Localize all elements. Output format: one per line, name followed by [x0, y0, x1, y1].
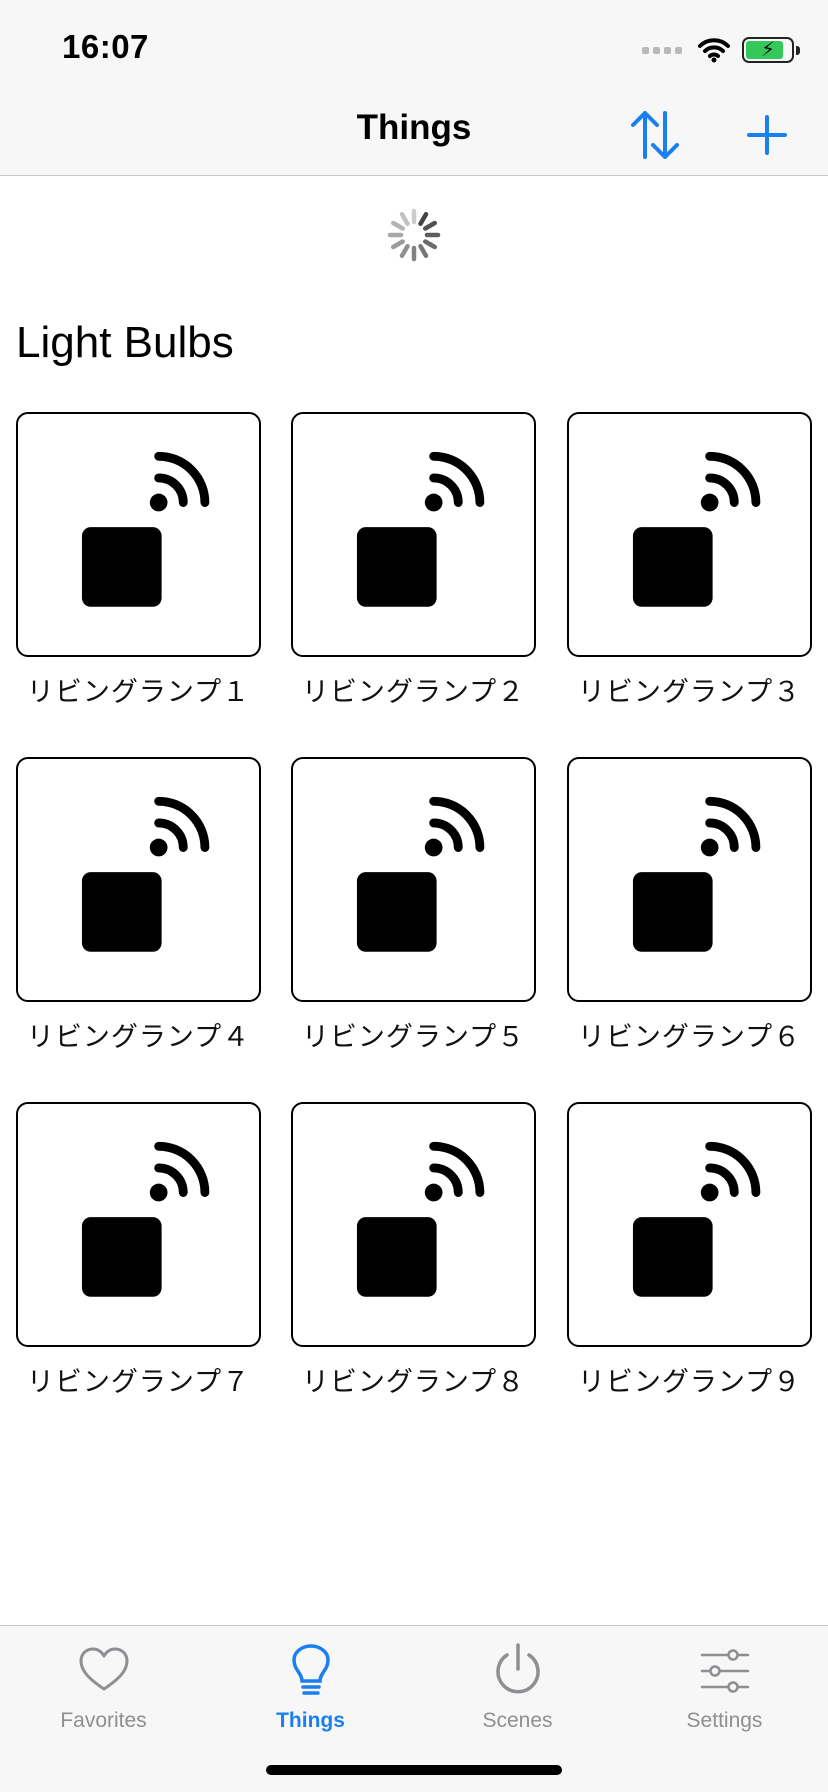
heart-icon: [76, 1643, 132, 1699]
section-title: Light Bulbs: [16, 318, 234, 367]
smart-plug-wifi-icon: [356, 451, 485, 607]
lightbulb-icon: [283, 1643, 339, 1699]
device-tile[interactable]: [16, 1102, 261, 1347]
activity-spinner-icon: [387, 208, 441, 262]
tab-things[interactable]: Things: [207, 1626, 414, 1746]
sort-arrows-icon: [631, 111, 679, 159]
page-title: Things: [356, 108, 472, 147]
tab-scenes[interactable]: Scenes: [414, 1626, 621, 1746]
smart-plug-wifi-icon: [81, 1141, 210, 1297]
device-tile[interactable]: [567, 1102, 812, 1347]
cellular-signal-icon: [642, 46, 682, 54]
tab-settings[interactable]: Settings: [621, 1626, 828, 1746]
device-label: リビングランプ７: [26, 1367, 251, 1397]
add-button[interactable]: [737, 105, 797, 165]
device-tile[interactable]: [291, 1102, 536, 1347]
device-label: リビングランプ２: [301, 677, 526, 707]
device-tile[interactable]: [291, 412, 536, 657]
device-label: リビングランプ５: [301, 1022, 526, 1052]
tab-bar: Favorites Things Scenes Settings: [0, 1625, 828, 1792]
sort-button[interactable]: [625, 105, 685, 165]
device-label: リビングランプ６: [577, 1022, 802, 1052]
tab-label: Things: [276, 1709, 345, 1732]
tab-label: Settings: [686, 1709, 763, 1732]
tab-label: Scenes: [482, 1709, 553, 1732]
device-label: リビングランプ９: [577, 1367, 802, 1397]
smart-plug-wifi-icon: [632, 1141, 761, 1297]
tab-label: Favorites: [60, 1709, 147, 1732]
status-icons: ⚡: [642, 34, 800, 66]
sliders-icon: [697, 1643, 753, 1699]
status-time: 16:07: [62, 28, 149, 65]
smart-plug-wifi-icon: [356, 796, 485, 952]
smart-plug-wifi-icon: [356, 1141, 485, 1297]
battery-charging-icon: ⚡: [742, 37, 800, 63]
power-icon: [490, 1643, 546, 1699]
smart-plug-wifi-icon: [632, 796, 761, 952]
home-indicator: [266, 1765, 562, 1775]
things-screen: 16:07 ⚡ Things Light Bulbs リビングランプ１ リビング…: [0, 0, 828, 1792]
top-bar: 16:07 ⚡ Things: [0, 0, 828, 176]
tab-favorites[interactable]: Favorites: [0, 1626, 207, 1746]
wifi-icon: [698, 38, 730, 63]
device-tile[interactable]: [16, 757, 261, 1002]
smart-plug-wifi-icon: [81, 451, 210, 607]
device-label: リビングランプ４: [26, 1022, 251, 1052]
device-tile[interactable]: [16, 412, 261, 657]
device-tile[interactable]: [291, 757, 536, 1002]
plus-icon: [747, 115, 787, 155]
device-tile[interactable]: [567, 757, 812, 1002]
smart-plug-wifi-icon: [632, 451, 761, 607]
device-label: リビングランプ１: [26, 677, 251, 707]
smart-plug-wifi-icon: [81, 796, 210, 952]
device-tile[interactable]: [567, 412, 812, 657]
device-label: リビングランプ３: [577, 677, 802, 707]
device-label: リビングランプ８: [301, 1367, 526, 1397]
